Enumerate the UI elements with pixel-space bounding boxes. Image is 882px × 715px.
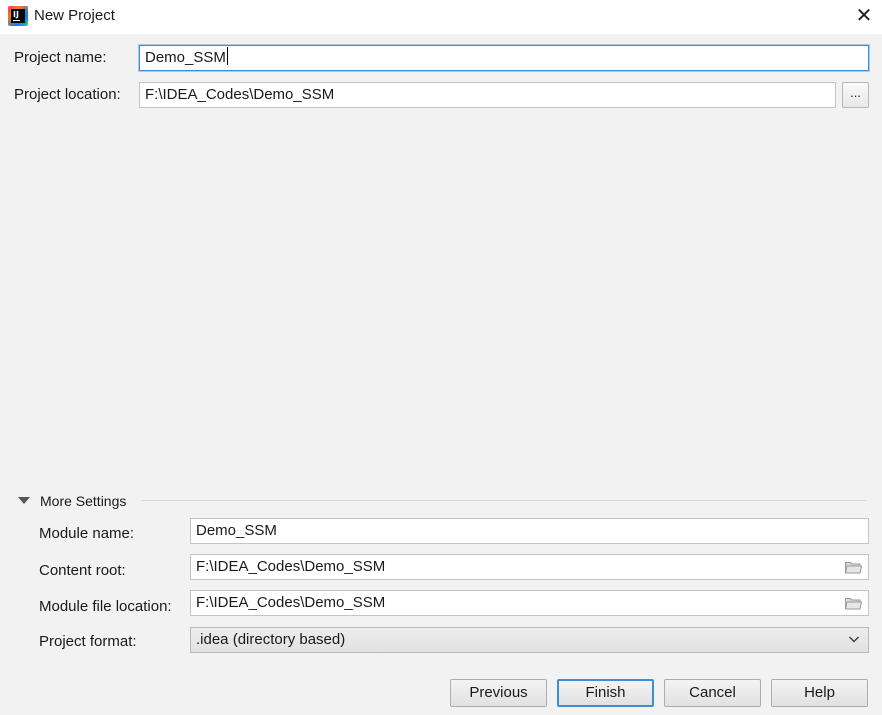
project-location-value: F:\IDEA_Codes\Demo_SSM (145, 86, 335, 103)
cancel-button[interactable]: Cancel (664, 679, 761, 707)
folder-icon[interactable] (845, 561, 862, 574)
intellij-idea-icon: IJ (8, 6, 28, 26)
section-divider (141, 500, 866, 501)
more-settings-toggle[interactable]: More Settings (40, 493, 126, 509)
folder-icon[interactable] (845, 597, 862, 610)
project-name-label: Project name: (14, 49, 107, 66)
project-location-label: Project location: (14, 86, 121, 103)
help-button[interactable]: Help (771, 679, 868, 707)
project-format-select[interactable]: .idea (directory based) (190, 627, 869, 653)
module-file-location-label: Module file location: (39, 598, 172, 615)
project-name-input[interactable]: Demo_SSM (139, 45, 869, 71)
module-name-input[interactable]: Demo_SSM (190, 518, 869, 544)
title-bar: IJ New Project ✕ (0, 0, 882, 34)
project-format-value: .idea (directory based) (196, 631, 346, 648)
content-root-value: F:\IDEA_Codes\Demo_SSM (196, 558, 386, 575)
module-name-value: Demo_SSM (196, 522, 277, 539)
module-file-location-value: F:\IDEA_Codes\Demo_SSM (196, 594, 386, 611)
triangle-down-icon[interactable] (18, 497, 30, 504)
text-caret (226, 47, 228, 65)
window-title: New Project (34, 7, 115, 24)
chevron-down-icon (848, 636, 860, 643)
project-format-label: Project format: (39, 633, 137, 650)
project-location-input[interactable]: F:\IDEA_Codes\Demo_SSM (139, 82, 836, 108)
close-button[interactable]: ✕ (852, 5, 876, 29)
module-file-location-input[interactable]: F:\IDEA_Codes\Demo_SSM (190, 590, 869, 616)
module-name-label: Module name: (39, 525, 135, 542)
previous-button[interactable]: Previous (450, 679, 547, 707)
content-root-label: Content root: (39, 562, 126, 579)
content-root-input[interactable]: F:\IDEA_Codes\Demo_SSM (190, 554, 869, 580)
close-icon: ✕ (855, 5, 873, 27)
project-name-value: Demo_SSM (145, 49, 226, 66)
browse-location-button[interactable]: ... (842, 82, 869, 108)
finish-button[interactable]: Finish (557, 679, 654, 707)
